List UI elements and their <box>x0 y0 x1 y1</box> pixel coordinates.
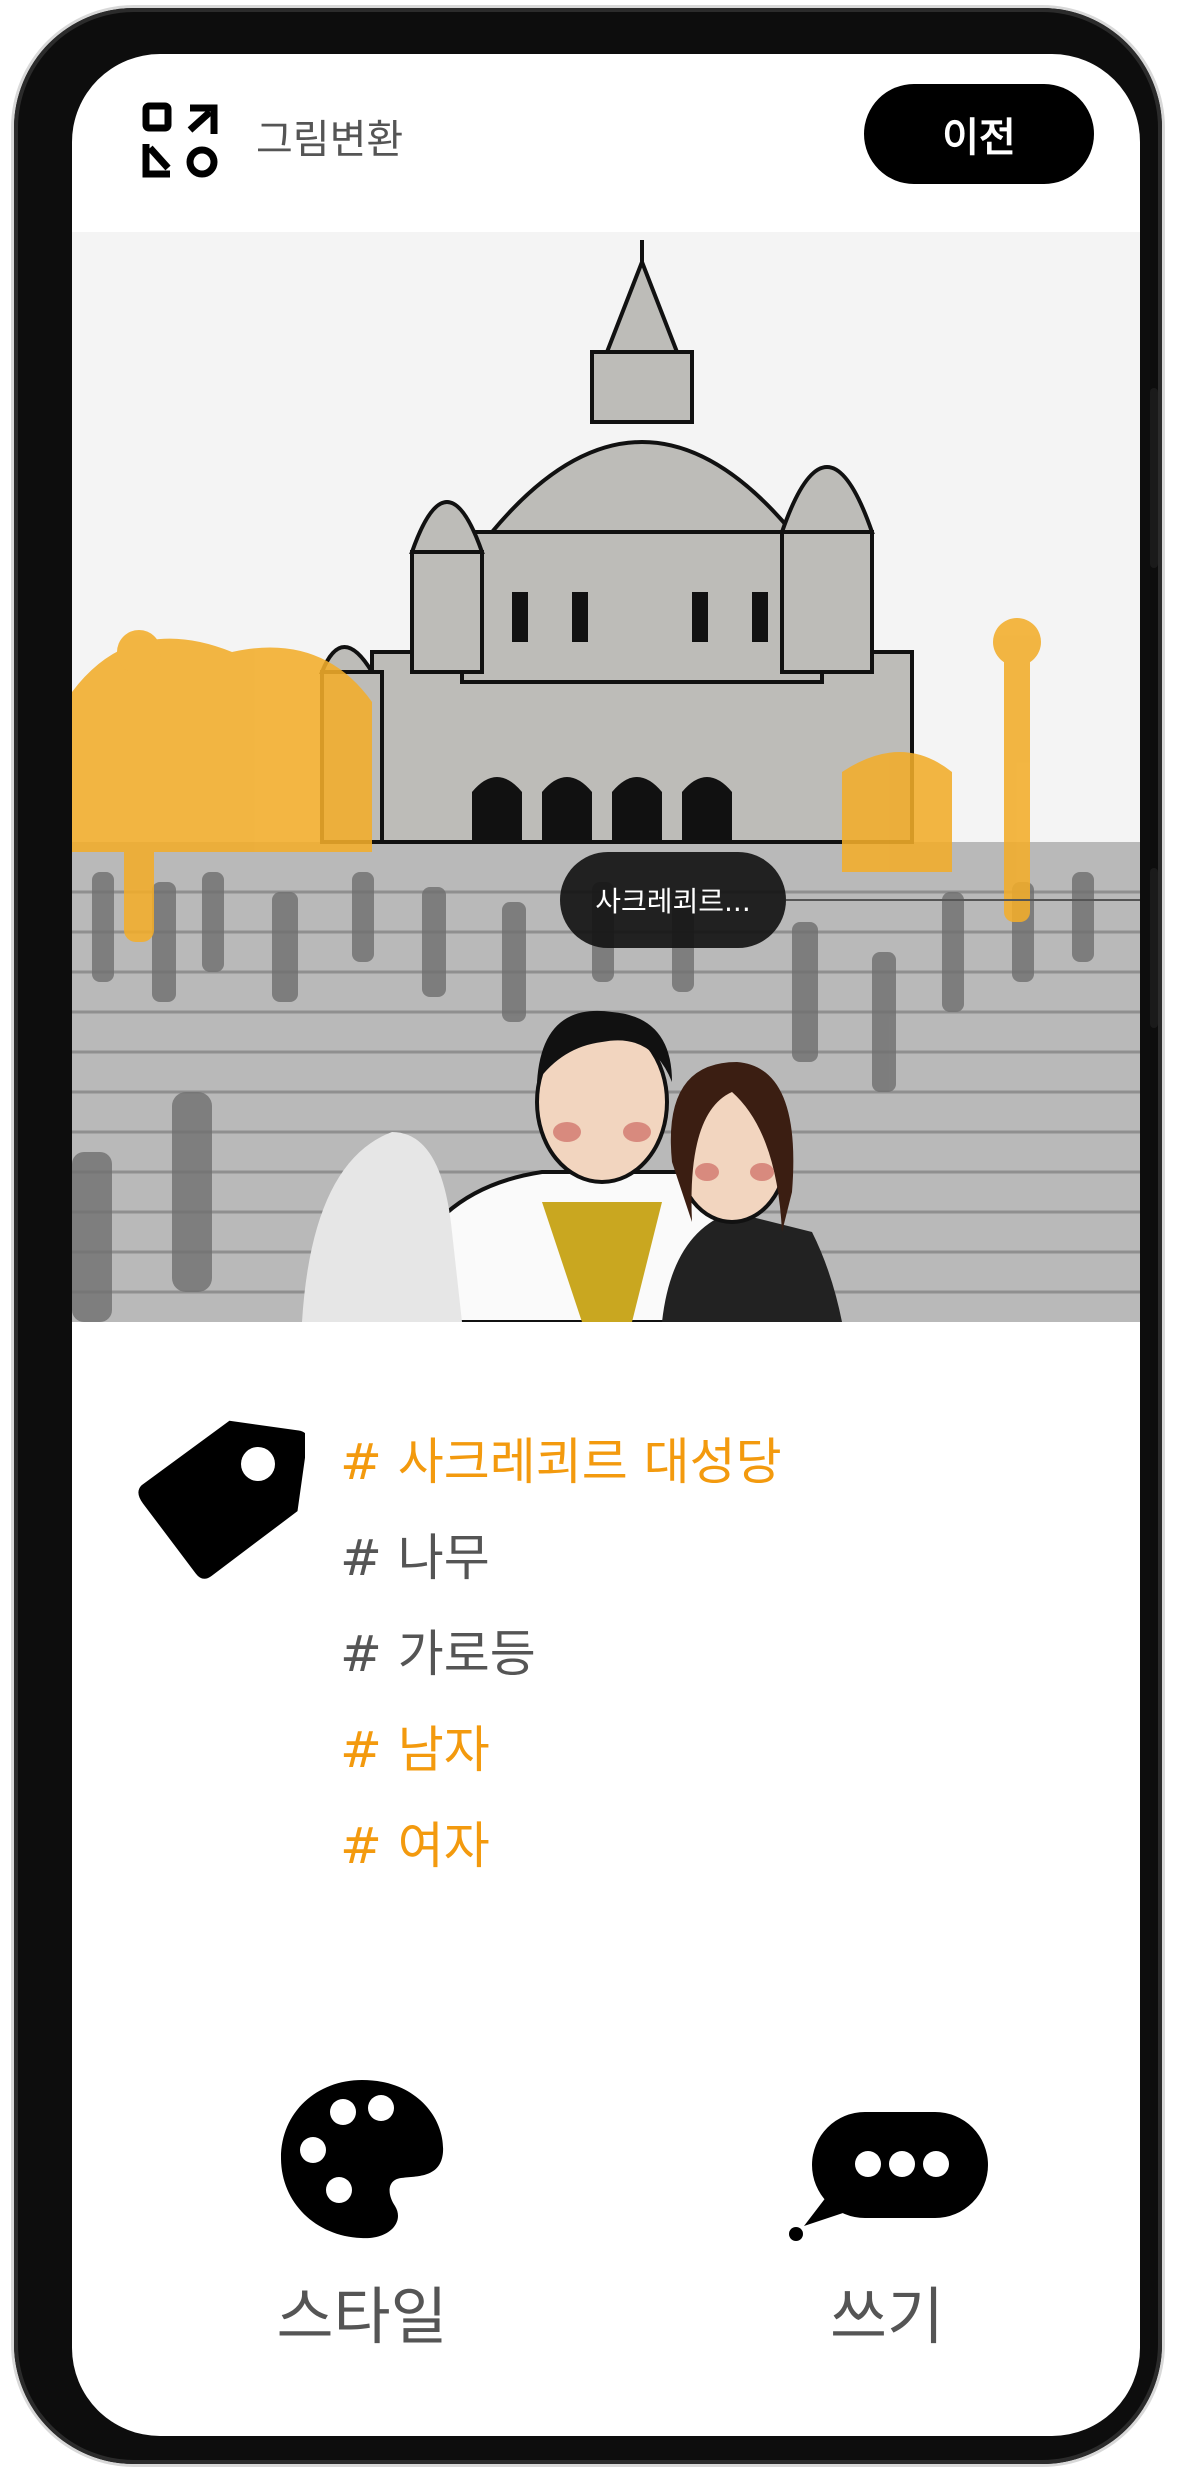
screen: 그림변환 이전 사크레쾨르... # 사크레쾨르 대성당 # 나무 # 가로등 … <box>72 54 1140 2436</box>
write-label: 쓰기 <box>829 2280 945 2353</box>
volume-button <box>1150 388 1158 568</box>
tag-item-streetlight[interactable]: # 가로등 <box>340 1606 782 1702</box>
landmark-tooltip[interactable]: 사크레쾨르... <box>560 852 786 948</box>
prev-button[interactable]: 이전 <box>864 84 1094 184</box>
palette-icon <box>281 2080 444 2239</box>
converted-photo[interactable]: 사크레쾨르... <box>72 232 1140 1322</box>
power-button <box>1150 868 1158 1028</box>
tag-item-tree[interactable]: # 나무 <box>340 1510 782 1606</box>
tag-list: # 사크레쾨르 대성당 # 나무 # 가로등 # 남자 # 여자 <box>340 1414 782 1894</box>
chat-bubble-icon <box>789 2112 988 2241</box>
tag-item-woman[interactable]: # 여자 <box>340 1798 782 1894</box>
convert-icon <box>142 102 218 178</box>
style-label: 스타일 <box>276 2280 448 2353</box>
app-title: 그림변환 <box>256 117 404 163</box>
style-button[interactable]: 스타일 <box>237 2074 487 2356</box>
tag-icon <box>138 1420 305 1579</box>
write-button[interactable]: 쓰기 <box>762 2074 1012 2356</box>
phone-frame: 그림변환 이전 사크레쾨르... # 사크레쾨르 대성당 # 나무 # 가로등 … <box>14 8 1162 2464</box>
photo-illustration <box>72 232 1140 1322</box>
tag-item-sacre-coeur[interactable]: # 사크레쾨르 대성당 <box>340 1414 782 1510</box>
tooltip-pointer-line <box>786 899 1140 901</box>
app-bar: 그림변환 이전 <box>72 54 1140 234</box>
tag-item-man[interactable]: # 남자 <box>340 1702 782 1798</box>
